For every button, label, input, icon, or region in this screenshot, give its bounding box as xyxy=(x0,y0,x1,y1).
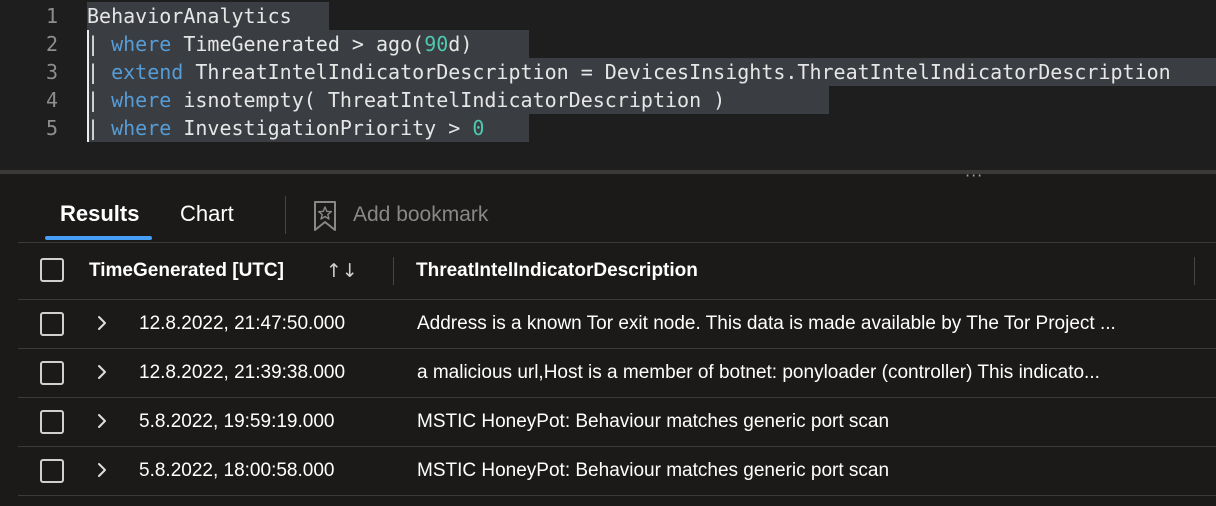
column-separator[interactable] xyxy=(393,257,394,285)
code-text: BehaviorAnalytics xyxy=(87,2,329,30)
bookmark-icon[interactable] xyxy=(311,199,339,233)
time-cell: 5.8.2022, 18:00:58.000 xyxy=(139,460,335,481)
row-checkbox[interactable] xyxy=(40,361,64,385)
sort-icon[interactable]: ↑↓ xyxy=(326,243,358,299)
tab-results[interactable]: Results xyxy=(60,197,139,231)
code-line[interactable]: 3 | extend ThreatIntelIndicatorDescriptio… xyxy=(0,58,1216,86)
column-header-description[interactable]: ThreatIntelIndicatorDescription xyxy=(416,243,698,299)
toolbar-divider xyxy=(285,196,286,234)
row-checkbox[interactable] xyxy=(40,410,64,434)
query-editor[interactable]: 1 BehaviorAnalytics 2 | where TimeGenerated… xyxy=(0,0,1216,170)
table-header: TimeGenerated [UTC] ↑↓ ThreatIntelIndica… xyxy=(18,243,1216,300)
line-number: 1 xyxy=(45,4,58,28)
code-number: 90 xyxy=(424,32,449,56)
line-number: 2 xyxy=(45,32,58,56)
code-token: isnotempty( ThreatIntelIndicatorDescript… xyxy=(171,88,726,112)
code-token: | xyxy=(87,116,112,140)
code-line[interactable]: 2 | where TimeGenerated > ago(90d) xyxy=(0,30,1216,58)
description-cell: MSTIC HoneyPot: Behaviour matches generi… xyxy=(417,411,890,432)
code-token: | xyxy=(87,60,112,84)
column-header-time[interactable]: TimeGenerated [UTC] xyxy=(89,243,284,299)
code-line[interactable]: 5 | where InvestigationPriority > 0 xyxy=(0,114,1216,142)
line-number: 3 xyxy=(45,60,58,84)
code-text: | where TimeGenerated > ago(90d) xyxy=(87,30,529,58)
code-keyword: where xyxy=(111,116,172,140)
code-token: InvestigationPriority > xyxy=(171,116,473,140)
tab-results-active-indicator xyxy=(45,236,152,240)
row-checkbox[interactable] xyxy=(40,312,64,336)
chevron-right-icon[interactable] xyxy=(94,456,110,484)
description-cell: Address is a known Tor exit node. This d… xyxy=(417,313,1116,334)
time-cell: 12.8.2022, 21:39:38.000 xyxy=(139,362,346,383)
code-keyword: where xyxy=(111,88,172,112)
code-text: | where InvestigationPriority > 0 xyxy=(87,114,529,142)
table-row[interactable]: 12.8.2022, 21:47:50.000 Address is a know… xyxy=(18,300,1216,349)
description-cell: a malicious url,Host is a member of botn… xyxy=(417,362,1100,383)
code-token: BehaviorAnalytics xyxy=(87,4,292,28)
code-token: TimeGenerated > ago( xyxy=(171,32,425,56)
line-number: 5 xyxy=(45,116,58,140)
tab-chart[interactable]: Chart xyxy=(180,197,234,231)
description-cell: MSTIC HoneyPot: Behaviour matches generi… xyxy=(417,460,890,481)
table-row[interactable]: 5.8.2022, 19:59:19.000 MSTIC HoneyPot: Be… xyxy=(18,398,1216,447)
code-text: | where isnotempty( ThreatIntelIndicator… xyxy=(87,86,829,114)
select-all-checkbox[interactable] xyxy=(40,258,64,282)
code-token: | xyxy=(87,88,112,112)
chevron-right-icon[interactable] xyxy=(94,358,110,386)
time-cell: 12.8.2022, 21:47:50.000 xyxy=(139,313,346,334)
splitter-grip-icon[interactable]: ··· xyxy=(965,166,983,185)
time-cell: 5.8.2022, 19:59:19.000 xyxy=(139,411,335,432)
table-row[interactable]: 5.8.2022, 18:00:58.000 MSTIC HoneyPot: Be… xyxy=(18,447,1216,496)
code-text: | extend ThreatIntelIndicatorDescription… xyxy=(87,58,1216,86)
add-bookmark-button[interactable]: Add bookmark xyxy=(353,200,488,230)
row-checkbox[interactable] xyxy=(40,459,64,483)
pane-splitter[interactable] xyxy=(0,170,1216,174)
chevron-right-icon[interactable] xyxy=(94,309,110,337)
code-keyword: extend xyxy=(111,60,184,84)
code-keyword: where xyxy=(111,32,172,56)
column-separator[interactable] xyxy=(1194,257,1195,285)
code-line[interactable]: 1 BehaviorAnalytics xyxy=(0,2,1216,30)
code-number: 0 xyxy=(472,116,485,140)
code-line[interactable]: 4 | where isnotempty( ThreatIntelIndicato… xyxy=(0,86,1216,114)
code-token: | xyxy=(87,32,112,56)
code-token: d) xyxy=(448,32,473,56)
line-number: 4 xyxy=(45,88,58,112)
table-row[interactable]: 12.8.2022, 21:39:38.000 a malicious url,H… xyxy=(18,349,1216,398)
chevron-right-icon[interactable] xyxy=(94,407,110,435)
code-token: ThreatIntelIndicatorDescription = Device… xyxy=(183,60,1171,84)
text-cursor xyxy=(87,30,89,142)
